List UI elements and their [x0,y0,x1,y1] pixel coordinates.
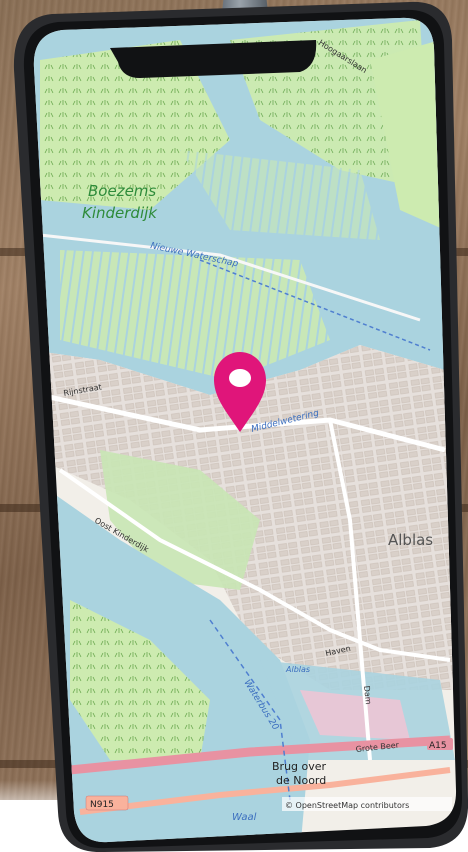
attribution-text[interactable]: © OpenStreetMap contributors [285,801,409,810]
place-label-kinderdijk: Kinderdijk [82,204,158,222]
road-label-n915: N915 [90,800,114,810]
map-view[interactable]: Boezems Kinderdijk Hoogaarslaan Nieuwe W… [0,0,468,852]
road-label-a15: A15 [429,741,447,751]
poi-label-brug-line2: de Noord [276,774,326,787]
map-tiles [33,17,457,843]
water-label-alblas: Alblas [285,665,310,674]
water-label-waal: Waal [232,812,257,823]
place-label-boezems: Boezems [88,182,156,200]
poi-label-brug-line1: Brug over [272,760,327,773]
place-label-alblas: Alblas [388,531,433,549]
